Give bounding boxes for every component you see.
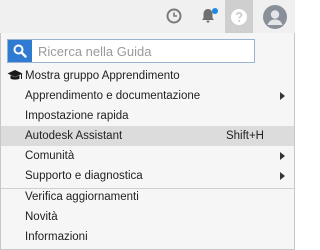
menu-item-community[interactable]: Comunità [1,146,294,166]
help-dropdown-menu: Mostra gruppo Apprendimento Apprendiment… [0,33,295,250]
notification-dot [212,8,218,14]
menu-item-autodesk-assistant[interactable]: Autodesk Assistant Shift+H [1,126,294,146]
menu-item-support-diagnostics[interactable]: Supporto e diagnostica [1,166,294,186]
menu-item-label: Supporto e diagnostica [25,170,143,182]
clock-button[interactable] [160,3,188,29]
notifications-button[interactable] [194,3,222,29]
menu-item-label: Verifica aggiornamenti [25,191,139,203]
submenu-arrow-icon [280,152,285,160]
submenu-arrow-icon [280,92,285,100]
menu-item-whats-new[interactable]: Novità [1,207,294,227]
menu-item-learning-documentation[interactable]: Apprendimento e documentazione [1,86,294,106]
avatar-icon [263,5,287,29]
menu-item-check-updates[interactable]: Verifica aggiornamenti [1,187,294,207]
graduation-cap-icon [7,70,23,80]
menu-item-about[interactable]: Informazioni [1,227,294,247]
menu-item-label: Impostazione rapida [25,110,129,122]
clock-icon [166,8,182,24]
menu-item-show-learning-group[interactable]: Mostra gruppo Apprendimento [1,66,294,86]
menu-item-label: Mostra gruppo Apprendimento [25,70,180,82]
menu-item-label: Apprendimento e documentazione [25,90,201,102]
user-account-button[interactable] [260,2,290,32]
menu-item-label: Autodesk Assistant [25,130,123,142]
help-search-input[interactable] [38,40,250,62]
menu-item-quick-setup[interactable]: Impostazione rapida [1,106,294,126]
search-icon [13,44,27,58]
menu-item-label: Novità [25,211,58,223]
question-mark-icon [231,8,247,25]
help-button[interactable] [225,0,253,33]
menu-item-label: Informazioni [25,231,88,243]
submenu-arrow-icon [280,172,285,180]
help-search-box [7,39,255,63]
top-toolbar [0,0,295,33]
search-button[interactable] [8,40,32,62]
menu-item-label: Comunità [25,150,75,162]
shortcut-label: Shift+H [225,130,264,142]
